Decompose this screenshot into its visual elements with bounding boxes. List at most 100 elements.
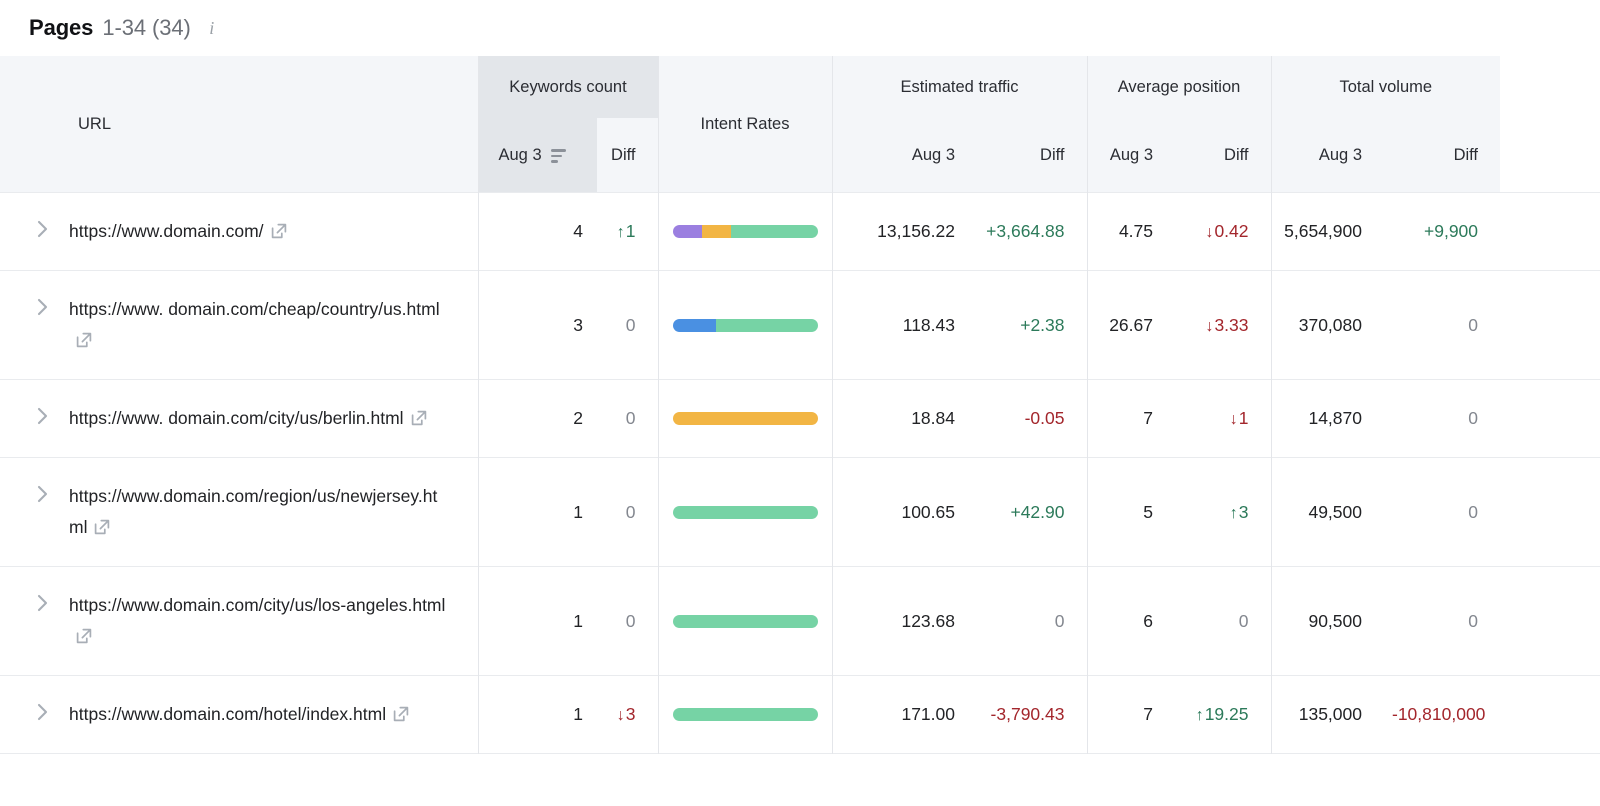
estimated-traffic-diff: +2.38 <box>1020 314 1065 335</box>
estimated-traffic-diff: +42.90 <box>1010 501 1065 522</box>
cell-url[interactable]: https://www. domain.com/cheap/country/us… <box>0 270 478 380</box>
cell-total-volume-diff: 0 <box>1384 566 1501 676</box>
expand-row-chevron-right-icon[interactable] <box>29 482 55 506</box>
expand-row-chevron-right-icon[interactable] <box>29 700 55 724</box>
cell-url[interactable]: https://www.domain.com/region/us/newjers… <box>0 457 478 567</box>
external-link-icon[interactable] <box>393 706 409 722</box>
total-volume-value: 370,080 <box>1298 314 1362 335</box>
keywords-count-value: 4 <box>573 221 583 241</box>
total-volume-value: 135,000 <box>1298 704 1362 724</box>
subcolumn-keywords-count-diff[interactable]: Diff <box>597 118 658 193</box>
table-row[interactable]: https://www. domain.com/cheap/country/us… <box>0 270 1600 380</box>
column-header-estimated-traffic[interactable]: Estimated traffic <box>831 56 1087 118</box>
sort-descending-icon[interactable] <box>550 149 566 163</box>
cell-intent-rates[interactable] <box>657 379 832 458</box>
estimated-traffic-value: 171.00 <box>901 704 955 724</box>
table-row[interactable]: https://www. domain.com/city/us/berlin.h… <box>0 379 1600 458</box>
url-text[interactable]: https://www.domain.com/region/us/newjers… <box>69 481 451 543</box>
subcolumn-estimated-traffic-date[interactable]: Aug 3 <box>831 118 977 193</box>
subcolumn-estimated-traffic-diff[interactable]: Diff <box>977 118 1087 193</box>
cell-url[interactable]: https://www.domain.com/hotel/index.html <box>0 675 478 754</box>
cell-total-volume: 135,000 <box>1270 675 1384 754</box>
intent-segment <box>672 318 716 332</box>
cell-keywords-count: 1 <box>477 566 597 676</box>
column-header-keywords-count[interactable]: Keywords count <box>477 56 658 118</box>
cell-keywords-count: 4 <box>477 192 597 271</box>
table-row[interactable]: https://www.domain.com/city/us/los-angel… <box>0 566 1600 676</box>
url-text[interactable]: https://www. domain.com/cheap/country/us… <box>69 294 451 356</box>
subcolumn-keywords-count-diff-label: Diff <box>611 145 636 164</box>
external-link-icon[interactable] <box>271 223 287 239</box>
estimated-traffic-diff: -3,790.43 <box>990 704 1065 724</box>
expand-row-chevron-right-icon[interactable] <box>29 217 55 241</box>
table-row[interactable]: https://www.domain.com/hotel/index.html … <box>0 675 1600 754</box>
table-body: https://www.domain.com/ 4 ↑1 13,156.22 +… <box>0 192 1600 754</box>
estimated-traffic-diff: +3,664.88 <box>986 221 1065 241</box>
external-link-icon[interactable] <box>76 628 92 644</box>
average-position-value: 7 <box>1143 704 1153 724</box>
intent-segment <box>672 412 818 425</box>
arrow-up-icon: ↑ <box>1229 504 1238 522</box>
subcolumn-average-position-diff[interactable]: Diff <box>1175 118 1271 193</box>
cell-intent-rates[interactable] <box>657 192 832 271</box>
column-header-average-position[interactable]: Average position <box>1086 56 1271 118</box>
subcolumn-average-position-diff-label: Diff <box>1224 145 1249 164</box>
intent-rate-bar[interactable] <box>672 318 818 332</box>
cell-total-volume: 5,654,900 <box>1270 192 1384 271</box>
average-position-value: 6 <box>1143 610 1153 631</box>
table-row[interactable]: https://www.domain.com/region/us/newjers… <box>0 457 1600 567</box>
total-volume-value: 14,870 <box>1308 408 1362 428</box>
subcolumn-keywords-count-date[interactable]: Aug 3 <box>477 118 597 193</box>
external-link-icon[interactable] <box>411 410 427 426</box>
cell-estimated-traffic: 123.68 <box>831 566 977 676</box>
column-header-keywords-count-label: Keywords count <box>509 77 627 96</box>
intent-rate-bar[interactable] <box>672 225 818 238</box>
intent-segment <box>672 225 702 238</box>
cell-estimated-traffic: 118.43 <box>831 270 977 380</box>
subcolumn-total-volume-date[interactable]: Aug 3 <box>1270 118 1384 193</box>
table-row[interactable]: https://www.domain.com/ 4 ↑1 13,156.22 +… <box>0 192 1600 271</box>
arrow-up-icon: ↑ <box>616 224 625 241</box>
intent-rate-bar[interactable] <box>672 412 818 425</box>
column-header-total-volume[interactable]: Total volume <box>1270 56 1501 118</box>
subcolumn-estimated-traffic-diff-label: Diff <box>1040 145 1065 164</box>
cell-url[interactable]: https://www.domain.com/ <box>0 192 478 271</box>
subcolumn-average-position-date[interactable]: Aug 3 <box>1086 118 1175 193</box>
url-text[interactable]: https://www. domain.com/city/us/berlin.h… <box>69 403 427 434</box>
intent-rate-bar[interactable] <box>672 505 818 519</box>
subcolumn-total-volume-diff[interactable]: Diff <box>1384 118 1501 193</box>
external-link-icon[interactable] <box>76 332 92 348</box>
info-icon[interactable]: i <box>204 18 220 38</box>
cell-average-position-diff: 0 <box>1175 566 1271 676</box>
cell-estimated-traffic: 13,156.22 <box>831 192 977 271</box>
expand-row-chevron-right-icon[interactable] <box>29 404 55 428</box>
cell-average-position-diff: ↑19.25 <box>1175 675 1271 754</box>
url-text[interactable]: https://www.domain.com/hotel/index.html <box>69 699 409 730</box>
intent-rate-bar[interactable] <box>672 614 818 628</box>
external-link-icon[interactable] <box>94 519 110 535</box>
cell-keywords-diff: ↑1 <box>597 192 658 271</box>
total-volume-diff: -10,810,000 <box>1392 704 1486 724</box>
cell-estimated-traffic-diff: +42.90 <box>977 457 1087 567</box>
total-volume-diff: 0 <box>1468 314 1479 335</box>
average-position-diff: ↓0.42 <box>1205 221 1249 241</box>
cell-url[interactable]: https://www. domain.com/city/us/berlin.h… <box>0 379 478 458</box>
cell-keywords-count: 1 <box>477 457 597 567</box>
cell-intent-rates[interactable] <box>657 675 832 754</box>
url-text[interactable]: https://www.domain.com/ <box>69 216 287 247</box>
average-position-diff: 0 <box>1238 610 1249 631</box>
expand-row-chevron-right-icon[interactable] <box>29 591 55 615</box>
expand-row-chevron-right-icon[interactable] <box>29 295 55 319</box>
cell-intent-rates[interactable] <box>657 270 832 380</box>
column-header-intent-rates[interactable]: Intent Rates <box>657 56 832 193</box>
cell-keywords-diff: 0 <box>597 270 658 380</box>
cell-intent-rates[interactable] <box>657 457 832 567</box>
cell-estimated-traffic: 100.65 <box>831 457 977 567</box>
column-header-url[interactable]: URL <box>0 56 478 193</box>
url-text[interactable]: https://www.domain.com/city/us/los-angel… <box>69 590 451 652</box>
cell-url[interactable]: https://www.domain.com/city/us/los-angel… <box>0 566 478 676</box>
average-position-diff: ↑3 <box>1229 501 1249 522</box>
intent-rate-bar[interactable] <box>672 708 818 721</box>
cell-intent-rates[interactable] <box>657 566 832 676</box>
cell-total-volume-diff: 0 <box>1384 457 1501 567</box>
